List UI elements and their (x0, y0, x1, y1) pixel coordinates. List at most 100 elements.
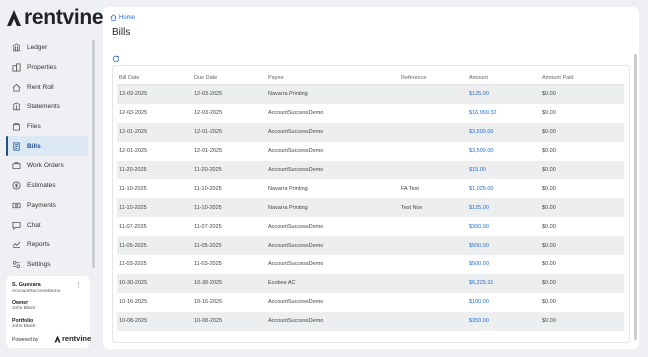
amount-link[interactable]: $6,225.31 (467, 273, 540, 293)
table-row[interactable]: 12-03-2025 12-03-2025 AccountSuccessDemo $1… (117, 104, 624, 123)
amount-link[interactable]: $1,025.00 (467, 179, 540, 198)
sidebar: rentvine Ledger Properties Rent Roll Statem… (0, 0, 104, 357)
user-card: S. Guevara AccountSuccessDemo ⋮ Owner Jo… (6, 276, 91, 348)
amount-link[interactable]: $100.00 (467, 293, 540, 312)
table-row[interactable]: 10-08-2025 10-08-2025 AccountSuccessDemo $3… (117, 311, 624, 331)
due-date-cell: 12-01-2025 (192, 122, 266, 142)
amount-link[interactable]: $3,500.00 (467, 122, 540, 142)
sidebar-item-bills[interactable]: Bills (6, 136, 88, 157)
bill-date-cell: 11-07-2025 (119, 223, 147, 230)
table-row[interactable]: 12-03-2025 12-03-2025 Navarra Printing $125… (117, 84, 624, 104)
amount-paid-cell: $0.00 (540, 84, 624, 104)
reference-cell (399, 217, 467, 236)
files-icon (12, 122, 21, 131)
refresh-icon[interactable] (112, 55, 120, 63)
amount-link[interactable]: $16,969.32 (467, 104, 540, 123)
sidebar-item-chat[interactable]: Chat (6, 215, 88, 235)
due-date-cell: 10-16-2025 (194, 299, 223, 306)
payee-cell: AccountSuccessDemo (268, 148, 324, 155)
sidebar-item-estimates[interactable]: Estimates (6, 176, 88, 196)
payee-cell: AccountSuccessDemo (268, 223, 324, 230)
statements-icon (12, 102, 21, 111)
brand-logo[interactable]: rentvine (6, 6, 104, 30)
reference-cell (399, 104, 467, 123)
portfolio-value: John Black (12, 324, 36, 329)
sidebar-item-rent-roll[interactable]: Rent Roll (6, 77, 88, 97)
table-row[interactable]: 12-01-2025 12-01-2025 AccountSuccessDemo $3… (117, 142, 624, 161)
amount-link[interactable]: $500.00 (467, 255, 540, 274)
amount-link[interactable]: $500.00 (467, 236, 540, 256)
sidebar-item-payments[interactable]: Payments (6, 196, 88, 216)
sidebar-item-settings[interactable]: Settings (6, 255, 88, 275)
sidebar-item-label: Statements (27, 103, 60, 111)
column-header-reference[interactable]: Reference (399, 71, 467, 85)
bill-date-cell: 12-01-2025 (117, 122, 192, 142)
work-orders-icon (12, 161, 21, 170)
column-header-payee[interactable]: Payee (266, 71, 399, 85)
breadcrumb-home-label: Home (119, 14, 136, 21)
more-options-icon[interactable]: ⋮ (75, 281, 82, 289)
sidebar-item-label: Reports (27, 241, 50, 249)
amount-link[interactable]: $3,500.00 (467, 142, 540, 161)
table-row[interactable]: 11-10-2025 11-10-2025 Navarra Printing Test… (117, 198, 624, 218)
column-header-due-date[interactable]: Due Date (192, 71, 266, 85)
table-header-row: Bill Date Due Date Payee Reference Amount Amo… (117, 71, 624, 85)
payee-cell: AccountSuccessDemo (266, 236, 399, 256)
amount-paid-cell: $0.00 (540, 160, 624, 180)
page-title: Bills (112, 27, 131, 38)
rent-roll-icon (12, 83, 21, 92)
ledger-icon (12, 43, 21, 52)
bill-date-cell: 11-10-2025 (117, 198, 192, 218)
table-row[interactable]: 11-03-2025 11-03-2025 AccountSuccessDemo $5… (117, 255, 624, 274)
amount-paid-cell: $0.00 (540, 273, 624, 293)
sidebar-item-files[interactable]: Files (6, 117, 88, 137)
amount-link[interactable]: $300.00 (467, 217, 540, 236)
brand-name: rentvine (24, 6, 104, 29)
table-row[interactable]: 11-20-2025 11-20-2025 AccountSuccessDemo $1… (117, 160, 624, 180)
column-header-amount-paid[interactable]: Amount Paid (540, 71, 624, 85)
table-row[interactable]: 10-30-2025 10-30-2025 Ecobee AC $6,225.31 $0… (117, 273, 624, 293)
reference-cell (399, 273, 467, 293)
amount-paid-cell: $0.00 (540, 198, 624, 218)
main-panel: Home Bills Bill Date Due Date Payee Referen… (103, 7, 639, 349)
payee-cell: Navarra Printing (268, 185, 308, 192)
estimates-icon (12, 181, 21, 190)
payee-cell: AccountSuccessDemo (268, 110, 324, 117)
sidebar-item-statements[interactable]: Statements (6, 97, 88, 117)
user-account: AccountSuccessDemo (12, 289, 61, 294)
amount-link[interactable]: $125.00 (467, 84, 540, 104)
main-scrollbar[interactable] (634, 54, 637, 340)
settings-icon (12, 260, 21, 269)
bill-date-cell: 11-20-2025 (117, 160, 192, 180)
table-row[interactable]: 11-07-2025 11-07-2025 AccountSuccessDemo $3… (117, 217, 624, 236)
amount-paid-cell: $0.00 (540, 311, 624, 331)
table-row[interactable]: 11-10-2025 11-10-2025 Navarra Printing FA T… (117, 179, 624, 198)
due-date-cell: 12-01-2025 (194, 148, 223, 155)
sidebar-item-properties[interactable]: Properties (6, 58, 88, 78)
sidebar-scrollbar[interactable] (92, 40, 95, 268)
amount-link[interactable]: $15.00 (467, 160, 540, 180)
amount-paid-cell: $0.00 (542, 261, 556, 268)
reference-cell: Test Nov (399, 198, 467, 218)
sidebar-item-work-orders[interactable]: Work Orders (6, 156, 88, 176)
due-date-cell: 11-10-2025 (192, 198, 266, 218)
reports-icon (12, 240, 21, 249)
sidebar-item-label: Ledger (27, 44, 48, 52)
amount-paid-cell: $0.00 (540, 122, 624, 142)
amount-link[interactable]: $125.00 (467, 198, 540, 218)
breadcrumb-home[interactable]: Home (110, 14, 135, 21)
reference-cell (399, 142, 467, 161)
rentvine-logo-icon (7, 10, 21, 26)
sidebar-item-ledger[interactable]: Ledger (6, 38, 88, 58)
column-header-amount[interactable]: Amount (467, 71, 540, 85)
bill-date-cell: 10-16-2025 (119, 299, 148, 306)
amount-link[interactable]: $350.00 (467, 311, 540, 331)
table-row[interactable]: 10-16-2025 10-16-2025 AccountSuccessDemo $1… (117, 293, 624, 312)
table-row[interactable]: 11-05-2025 11-05-2025 AccountSuccessDemo $5… (117, 236, 624, 256)
reference-cell: FA Test (401, 185, 419, 192)
due-date-cell: 11-05-2025 (192, 236, 266, 256)
sidebar-item-reports[interactable]: Reports (6, 235, 88, 255)
column-header-bill-date[interactable]: Bill Date (117, 71, 192, 85)
table-row[interactable]: 12-01-2025 12-01-2025 AccountSuccessDemo $3… (117, 122, 624, 142)
reference-cell (399, 236, 467, 256)
